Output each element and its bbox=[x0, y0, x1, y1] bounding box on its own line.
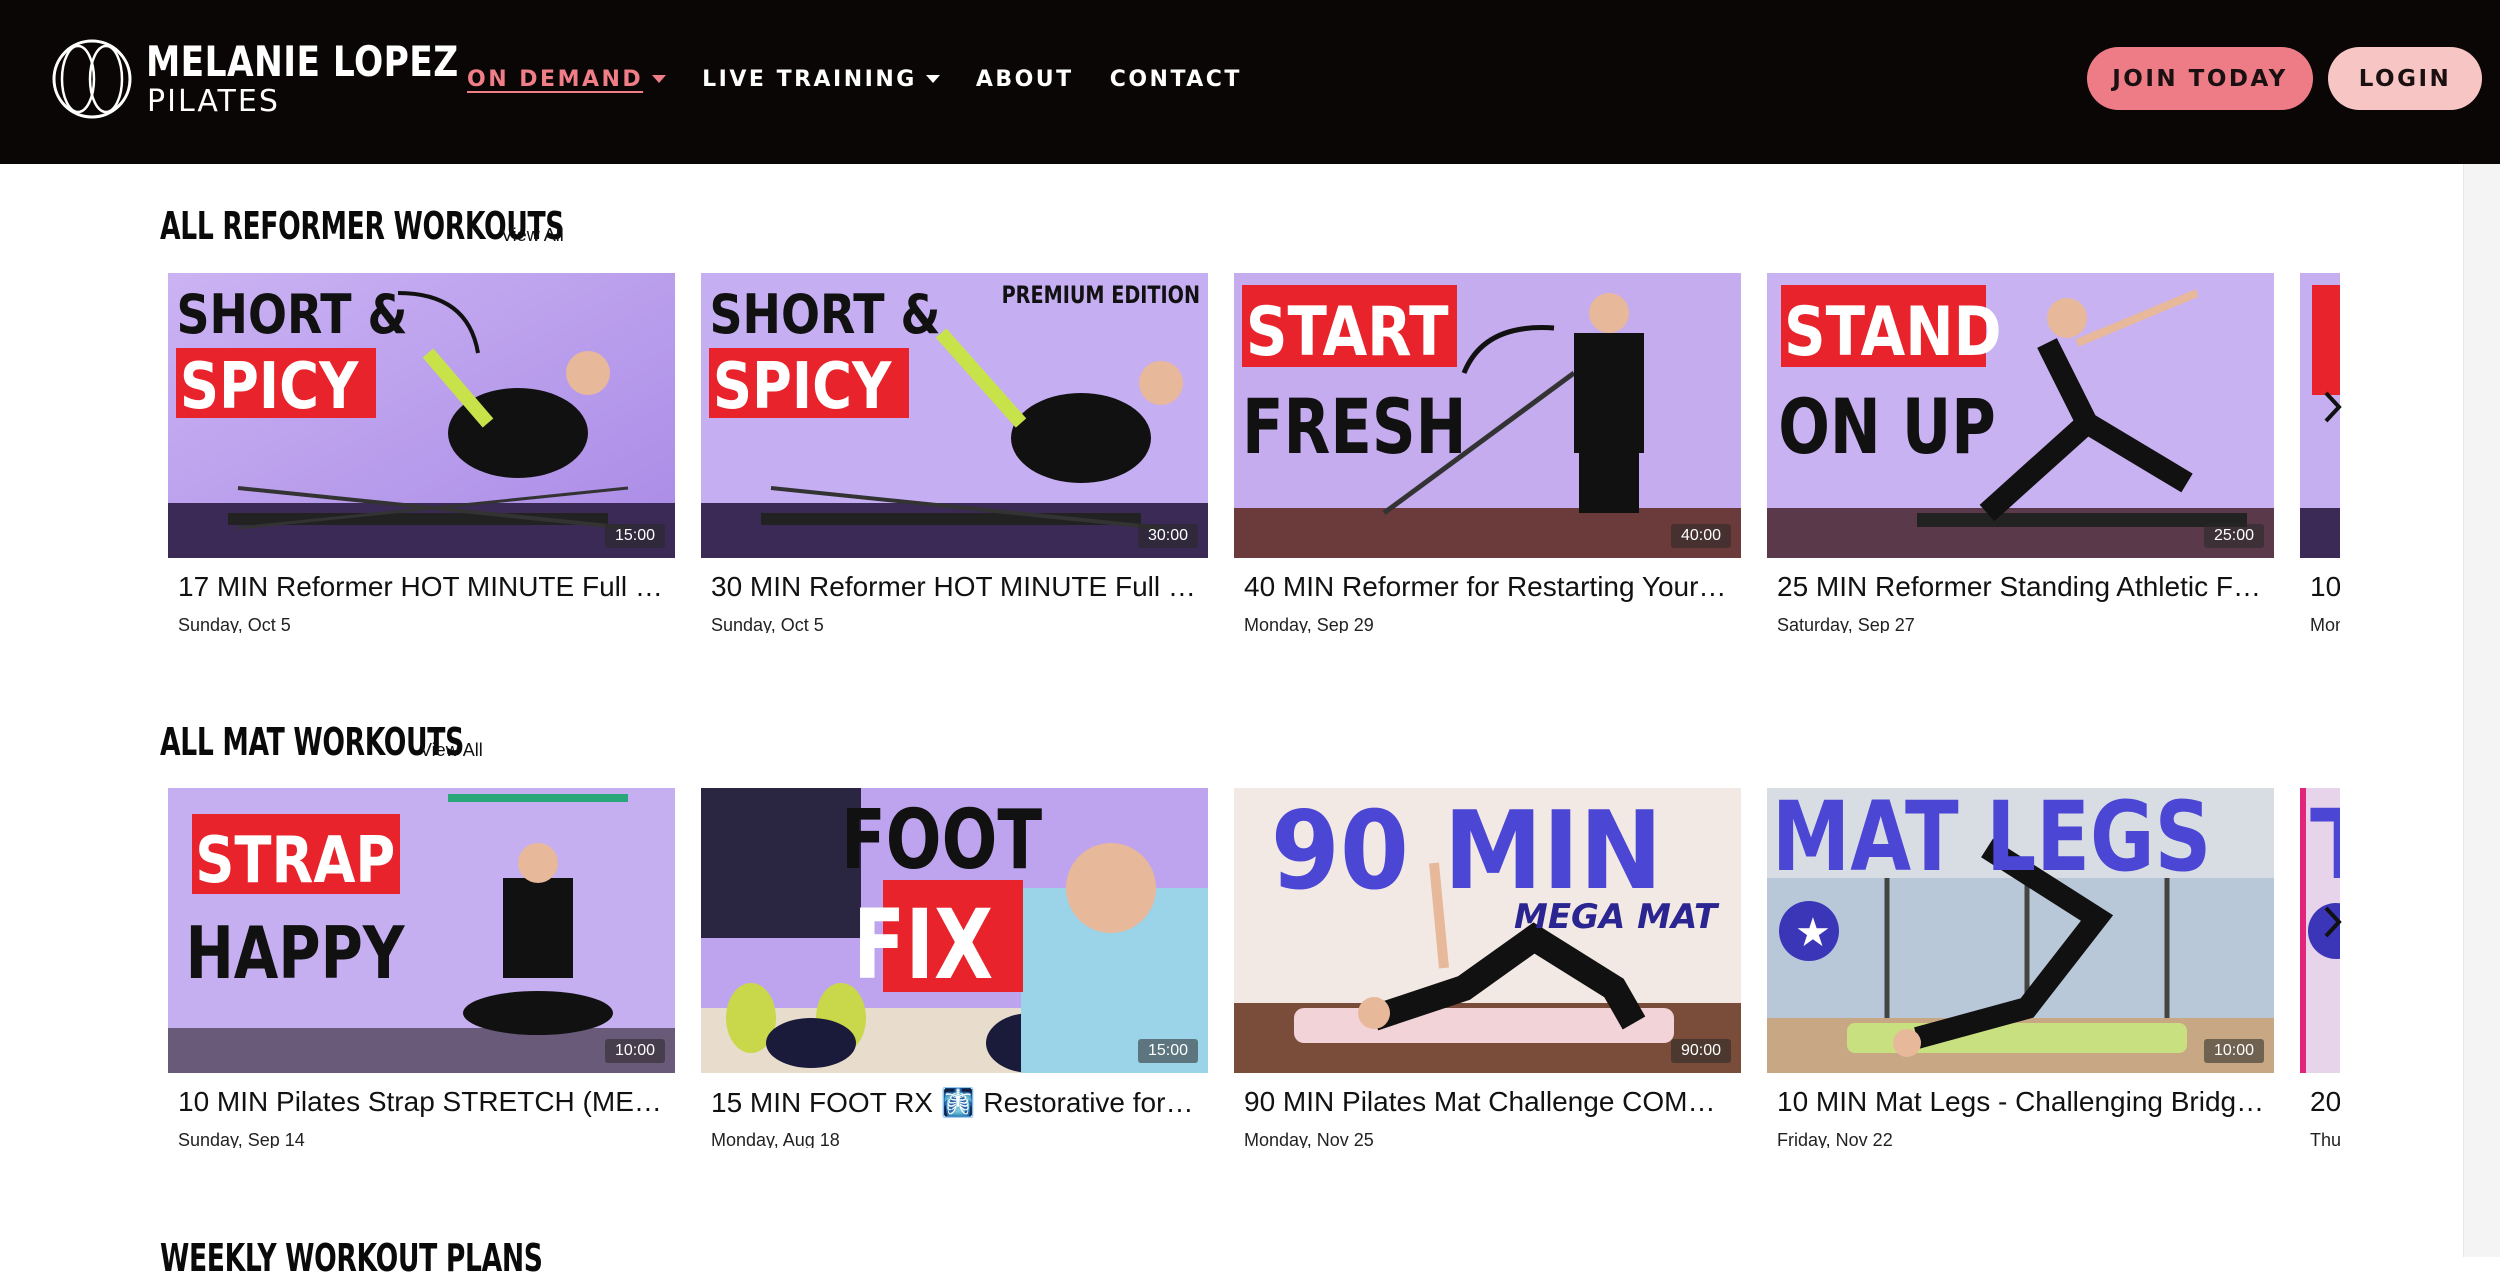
video-date: Friday, Nov 22 bbox=[1777, 1130, 1893, 1148]
video-date: Monday, Sep 29 bbox=[1244, 615, 1374, 633]
duration-badge: 40:00 bbox=[1670, 524, 1731, 548]
video-title[interactable]: 10 bbox=[2310, 571, 2340, 603]
carousel-next-mat[interactable] bbox=[2318, 902, 2348, 942]
video-card[interactable]: 10 Mon bbox=[2300, 273, 2340, 633]
site-header: MELANIE LOPEZ PILATES ON DEMAND LIVE TRA… bbox=[0, 0, 2500, 164]
login-button[interactable]: LOGIN bbox=[2328, 47, 2482, 110]
video-title[interactable]: 20 bbox=[2310, 1086, 2340, 1118]
chevron-right-icon bbox=[2324, 391, 2342, 423]
brand-logo[interactable]: MELANIE LOPEZ PILATES bbox=[48, 36, 458, 126]
video-card[interactable]: ★ MAT LEGS 10:00 10 MIN Mat Legs - Chall… bbox=[1767, 788, 2274, 1148]
video-date: Monday, Nov 25 bbox=[1244, 1130, 1374, 1148]
nav-item-label: LIVE TRAINING bbox=[702, 66, 917, 92]
video-card[interactable]: STAND ON UP 25:00 25 MIN Reformer Standi… bbox=[1767, 273, 2274, 633]
video-thumbnail[interactable]: FOOT FIX 15:00 bbox=[701, 788, 1208, 1073]
view-all-reformer-link[interactable]: View All bbox=[501, 225, 564, 246]
nav-item-label: ABOUT bbox=[975, 66, 1074, 92]
video-title[interactable]: 15 MIN FOOT RX 🩻 Restorative for Happy F… bbox=[711, 1086, 1201, 1119]
video-thumbnail[interactable]: SHORT & SPICY PREMIUM EDITION 30:00 bbox=[701, 273, 1208, 558]
svg-text:★: ★ bbox=[1795, 910, 1831, 956]
brand-subtitle: PILATES bbox=[147, 84, 280, 119]
nav-item-about[interactable]: ABOUT bbox=[976, 67, 1074, 92]
chevron-down-icon bbox=[652, 75, 667, 83]
premium-edition-badge: PREMIUM EDITION bbox=[1001, 281, 1200, 309]
video-date: Saturday, Sep 27 bbox=[1777, 615, 1915, 633]
svg-text:STRAP: STRAP bbox=[195, 824, 395, 898]
main-nav: ON DEMAND LIVE TRAINING ABOUT CONTACT bbox=[467, 64, 1242, 94]
section-title-mat: ALL MAT WORKOUTS bbox=[160, 720, 464, 764]
chevron-right-icon bbox=[2324, 906, 2342, 938]
video-card[interactable]: SHORT & SPICY PREMIUM EDITION 30:00 30 M… bbox=[701, 273, 1208, 633]
duration-badge: 30:00 bbox=[1137, 524, 1198, 548]
page-scrollbar[interactable] bbox=[2463, 164, 2500, 1257]
duration-badge: 15:00 bbox=[1137, 1039, 1198, 1063]
chevron-down-icon bbox=[925, 75, 940, 83]
view-all-mat-link[interactable]: View All bbox=[420, 740, 483, 761]
svg-text:SPICY: SPICY bbox=[180, 350, 359, 424]
video-title[interactable]: 30 MIN Reformer HOT MINUTE Full Body Wor… bbox=[711, 571, 1201, 603]
svg-text:FIX: FIX bbox=[853, 889, 993, 1002]
svg-text:START: START bbox=[1246, 291, 1449, 371]
video-thumbnail[interactable]: STRAP HAPPY 10:00 bbox=[168, 788, 675, 1073]
svg-text:ON UP: ON UP bbox=[1778, 383, 1996, 471]
video-title[interactable]: 10 MIN Mat Legs - Challenging Bridge Ser… bbox=[1777, 1086, 2267, 1118]
section-title-weekly: WEEKLY WORKOUT PLANS bbox=[160, 1236, 543, 1280]
duration-badge: 15:00 bbox=[604, 524, 665, 548]
video-thumbnail[interactable]: STAND ON UP 25:00 bbox=[1767, 273, 2274, 558]
brand-name: MELANIE LOPEZ bbox=[146, 37, 459, 86]
nav-item-on-demand[interactable]: ON DEMAND bbox=[467, 66, 667, 92]
video-card[interactable]: SHORT & SPICY 15:00 17 MIN Reformer HOT … bbox=[168, 273, 675, 633]
duration-badge: 90:00 bbox=[1670, 1039, 1731, 1063]
video-date: Sunday, Sep 14 bbox=[178, 1130, 305, 1148]
duration-badge: 10:00 bbox=[2203, 1039, 2264, 1063]
video-thumbnail[interactable]: START FRESH 40:00 bbox=[1234, 273, 1741, 558]
svg-text:SHORT &: SHORT & bbox=[177, 282, 408, 346]
video-title[interactable]: 17 MIN Reformer HOT MINUTE Full Body Wor… bbox=[178, 571, 668, 603]
video-title[interactable]: 90 MIN Pilates Mat Challenge COMPILATION bbox=[1244, 1086, 1734, 1118]
video-card[interactable]: 90 MIN MEGA MAT 90:00 90 MIN Pilates Mat… bbox=[1234, 788, 1741, 1148]
video-card[interactable]: T 20 Thu bbox=[2300, 788, 2340, 1148]
mat-carousel: STRAP HAPPY 10:00 10 MIN Pilates Strap S… bbox=[168, 788, 2340, 1148]
svg-text:FRESH: FRESH bbox=[1242, 383, 1467, 471]
video-card[interactable]: FOOT FIX 15:00 15 MIN FOOT RX 🩻 Restorat… bbox=[701, 788, 1208, 1148]
video-thumbnail[interactable]: ★ MAT LEGS 10:00 bbox=[1767, 788, 2274, 1073]
svg-text:MAT LEGS: MAT LEGS bbox=[1772, 788, 2211, 893]
svg-text:SPICY: SPICY bbox=[713, 350, 892, 424]
svg-text:FOOT: FOOT bbox=[841, 792, 1042, 888]
video-date: Thu bbox=[2310, 1130, 2340, 1148]
nav-item-contact[interactable]: CONTACT bbox=[1110, 67, 1242, 92]
video-title[interactable]: 25 MIN Reformer Standing Athletic Full B… bbox=[1777, 571, 2267, 603]
video-date: Monday, Aug 18 bbox=[711, 1130, 840, 1148]
nav-item-label: CONTACT bbox=[1109, 66, 1242, 92]
video-thumbnail[interactable]: SHORT & SPICY 15:00 bbox=[168, 273, 675, 558]
video-date: Mon bbox=[2310, 615, 2340, 633]
svg-text:SHORT &: SHORT & bbox=[710, 282, 941, 346]
nav-item-label: ON DEMAND bbox=[467, 66, 644, 92]
duration-badge: 10:00 bbox=[604, 1039, 665, 1063]
video-title[interactable]: 10 MIN Pilates Strap STRETCH (MEMBERS ON… bbox=[178, 1086, 668, 1118]
svg-text:STAND: STAND bbox=[1784, 291, 2002, 371]
video-title[interactable]: 40 MIN Reformer for Restarting Your Prac… bbox=[1244, 571, 1734, 603]
svg-text:90 MIN: 90 MIN bbox=[1271, 789, 1663, 914]
svg-text:T: T bbox=[2310, 789, 2340, 901]
video-date: Sunday, Oct 5 bbox=[178, 615, 291, 633]
duration-badge: 25:00 bbox=[2203, 524, 2264, 548]
nav-item-live-training[interactable]: LIVE TRAINING bbox=[702, 67, 940, 92]
logo-circle-icon bbox=[52, 39, 132, 119]
video-thumbnail[interactable]: 90 MIN MEGA MAT 90:00 bbox=[1234, 788, 1741, 1073]
video-card[interactable]: START FRESH 40:00 40 MIN Reformer for Re… bbox=[1234, 273, 1741, 633]
join-today-button[interactable]: JOIN TODAY bbox=[2087, 47, 2313, 110]
reformer-carousel: SHORT & SPICY 15:00 17 MIN Reformer HOT … bbox=[168, 273, 2340, 633]
video-date: Sunday, Oct 5 bbox=[711, 615, 824, 633]
video-card[interactable]: STRAP HAPPY 10:00 10 MIN Pilates Strap S… bbox=[168, 788, 675, 1148]
svg-text:HAPPY: HAPPY bbox=[186, 912, 406, 996]
carousel-next-reformer[interactable] bbox=[2318, 387, 2348, 427]
svg-text:MEGA MAT: MEGA MAT bbox=[1514, 897, 1720, 937]
